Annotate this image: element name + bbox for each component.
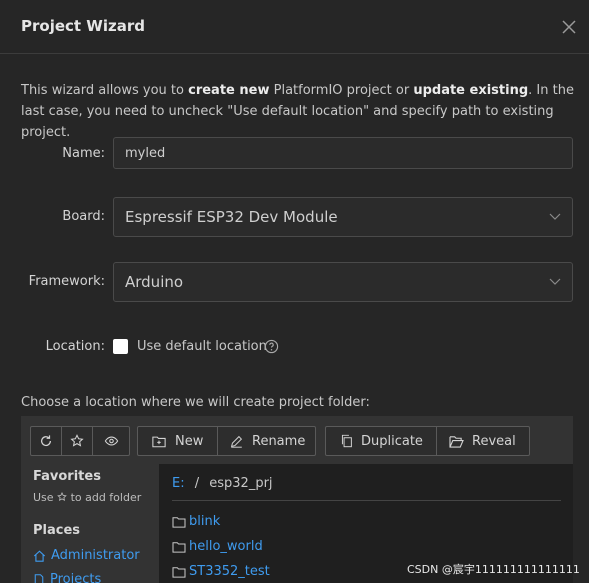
- folder-item-hello-world[interactable]: hello_world: [172, 539, 263, 554]
- place-projects[interactable]: Projects: [33, 572, 101, 583]
- intro-text-1: This wizard allows you to: [21, 83, 189, 98]
- folder-open-icon: [449, 435, 464, 448]
- board-select-value: Espressif ESP32 Dev Module: [125, 208, 338, 226]
- folder-item-label: ST3352_test: [189, 564, 270, 579]
- browser-sidebar: Favorites Use to add folder Places Admin…: [21, 464, 159, 583]
- browser-toolbar: New Rename Duplicate Reveal: [21, 416, 573, 462]
- new-button-label: New: [175, 433, 204, 449]
- dialog-header: Project Wizard: [0, 0, 589, 54]
- folder-item-blink[interactable]: blink: [172, 514, 220, 529]
- folder-icon: [172, 541, 186, 553]
- reveal-button[interactable]: Reveal: [437, 427, 529, 455]
- favorites-hint-pre: Use: [33, 491, 54, 504]
- chevron-down-icon: [549, 213, 561, 220]
- star-icon: [57, 491, 67, 502]
- new-folder-button[interactable]: New: [138, 427, 218, 455]
- help-circle-icon[interactable]: [264, 339, 279, 354]
- use-default-location-label[interactable]: Use default location: [137, 339, 267, 354]
- reveal-button-label: Reveal: [472, 433, 516, 449]
- intro-text-2: PlatformIO project or: [269, 83, 414, 98]
- dialog-title: Project Wizard: [21, 17, 145, 35]
- board-label: Board:: [62, 209, 105, 224]
- wizard-description: This wizard allows you to create new Pla…: [21, 80, 576, 143]
- choose-location-text: Choose a location where we will create p…: [21, 395, 370, 410]
- copy-icon: [341, 434, 352, 448]
- favorites-hint: Use to add folder: [33, 491, 141, 504]
- folder-item-st3352-test[interactable]: ST3352_test: [172, 564, 270, 579]
- refresh-button[interactable]: [31, 427, 62, 455]
- show-hidden-button[interactable]: [93, 427, 129, 455]
- eye-icon: [104, 436, 118, 446]
- home-icon: [33, 549, 46, 562]
- file-browser: New Rename Duplicate Reveal Favorites Us…: [21, 416, 573, 583]
- edit-button-group: New Rename: [137, 426, 316, 456]
- refresh-icon: [41, 435, 51, 447]
- location-label: Location:: [45, 339, 105, 354]
- board-select[interactable]: Espressif ESP32 Dev Module: [113, 197, 573, 237]
- name-input[interactable]: myled: [113, 137, 573, 169]
- breadcrumb-separator: /: [194, 476, 200, 491]
- places-heading: Places: [33, 523, 81, 538]
- duplicate-button-label: Duplicate: [361, 433, 423, 449]
- breadcrumb-current-folder: esp32_prj: [209, 476, 273, 491]
- breadcrumb: E: / esp32_prj: [172, 476, 273, 491]
- use-default-location-checkbox[interactable]: [113, 339, 128, 354]
- favorites-heading: Favorites: [33, 469, 101, 484]
- favorite-button[interactable]: [62, 427, 93, 455]
- rename-button-label: Rename: [252, 433, 306, 449]
- intro-bold-create: create new: [188, 83, 270, 98]
- file-button-group: Duplicate Reveal: [325, 426, 530, 456]
- name-label: Name:: [62, 146, 105, 161]
- place-administrator[interactable]: Administrator: [33, 548, 140, 563]
- breadcrumb-drive[interactable]: E:: [172, 476, 185, 491]
- framework-select-value: Arduino: [125, 273, 184, 291]
- breadcrumb-divider: [172, 500, 561, 501]
- view-button-group: [30, 426, 130, 456]
- chevron-down-icon: [549, 278, 561, 285]
- duplicate-button[interactable]: Duplicate: [326, 427, 437, 455]
- rename-button[interactable]: Rename: [218, 427, 315, 455]
- intro-bold-update: update existing: [413, 83, 529, 98]
- pencil-icon: [230, 435, 243, 448]
- folder-item-label: blink: [189, 514, 221, 529]
- folder-icon: [172, 566, 186, 578]
- framework-label: Framework:: [28, 274, 105, 289]
- folder-item-label: hello_world: [189, 539, 263, 554]
- place-administrator-label: Administrator: [51, 548, 140, 563]
- folder-plus-icon: [152, 436, 166, 447]
- watermark: CSDN @宸宇111111111111111: [407, 563, 580, 576]
- close-icon[interactable]: [561, 19, 577, 35]
- favorites-hint-post: to add folder: [70, 491, 142, 504]
- star-icon: [70, 434, 84, 447]
- file-icon: [34, 573, 44, 583]
- framework-select[interactable]: Arduino: [113, 262, 573, 302]
- folder-icon: [172, 516, 186, 528]
- place-projects-label: Projects: [50, 572, 102, 583]
